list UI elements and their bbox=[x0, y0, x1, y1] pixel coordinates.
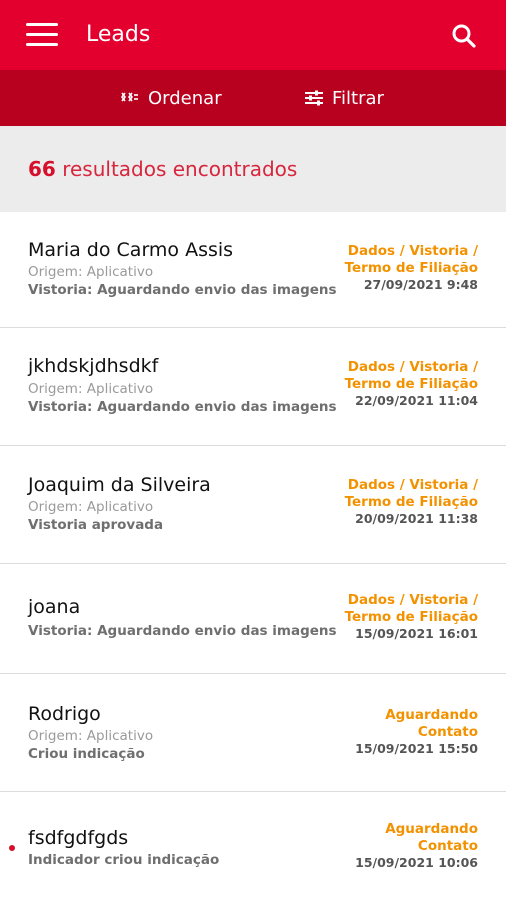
lead-status: Dados / Vistoria / Termo de Filiação bbox=[345, 243, 478, 277]
lead-origin: Origem: Aplicativo bbox=[28, 381, 154, 397]
lead-status-line2: Termo de Filiação bbox=[344, 260, 478, 276]
app-bar: Leads bbox=[0, 0, 506, 70]
page-title: Leads bbox=[86, 22, 151, 47]
lead-status-line2: Contato bbox=[417, 838, 478, 854]
lead-origin: Origem: Aplicativo bbox=[28, 499, 154, 515]
lead-item[interactable]: jkhdskjdhsdkf Origem: Aplicativo Vistori… bbox=[0, 328, 506, 446]
lead-date: 22/09/2021 11:04 bbox=[355, 393, 478, 408]
lead-origin: Origem: Aplicativo bbox=[28, 264, 154, 280]
lead-note: Criou indicação bbox=[28, 746, 145, 762]
lead-note: Vistoria: Aguardando envio das imagens bbox=[28, 282, 337, 298]
lead-item[interactable]: fsdfgdfgds Indicador criou indicação Agu… bbox=[0, 792, 506, 900]
lead-item[interactable]: Rodrigo Origem: Aplicativo Criou indicaç… bbox=[0, 674, 506, 792]
lead-note: Vistoria: Aguardando envio das imagens bbox=[28, 623, 337, 639]
lead-name: Rodrigo bbox=[28, 703, 101, 725]
lead-status-line2: Termo de Filiação bbox=[344, 609, 478, 625]
filter-sliders-icon bbox=[305, 90, 323, 106]
lead-status-line2: Termo de Filiação bbox=[344, 494, 478, 510]
lead-date: 15/09/2021 16:01 bbox=[355, 626, 478, 641]
lead-status: Dados / Vistoria / Termo de Filiação bbox=[345, 592, 478, 626]
lead-status-line2: Contato bbox=[417, 724, 478, 740]
lead-name: jkhdskjdhsdkf bbox=[28, 355, 159, 377]
lead-status: Aguardando Contato bbox=[385, 707, 478, 741]
lead-status-line1: Dados / Vistoria / bbox=[347, 477, 478, 493]
lead-item[interactable]: joana Vistoria: Aguardando envio das ima… bbox=[0, 564, 506, 674]
lead-status-line1: Dados / Vistoria / bbox=[347, 243, 478, 259]
unread-dot bbox=[9, 845, 15, 851]
filter-label: Filtrar bbox=[332, 87, 384, 109]
results-summary: 66 resultados encontrados bbox=[0, 126, 506, 212]
lead-status-line1: Dados / Vistoria / bbox=[347, 359, 478, 375]
lead-name: joana bbox=[28, 596, 81, 618]
lead-note: Vistoria aprovada bbox=[28, 517, 164, 533]
menu-line bbox=[26, 33, 58, 36]
lead-status-line1: Dados / Vistoria / bbox=[347, 592, 478, 608]
lead-status: Dados / Vistoria / Termo de Filiação bbox=[345, 359, 478, 393]
lead-note: Vistoria: Aguardando envio das imagens bbox=[28, 399, 337, 415]
sort-icon bbox=[121, 92, 138, 102]
lead-item[interactable]: Joaquim da Silveira Origem: Aplicativo V… bbox=[0, 446, 506, 564]
lead-item[interactable]: Maria do Carmo Assis Origem: Aplicativo … bbox=[0, 212, 506, 328]
menu-line bbox=[26, 43, 58, 46]
lead-note: Indicador criou indicação bbox=[28, 852, 220, 868]
lead-date: 20/09/2021 11:38 bbox=[355, 511, 478, 526]
results-label: resultados encontrados bbox=[62, 157, 298, 181]
search-icon[interactable] bbox=[450, 22, 478, 50]
lead-name: fsdfgdfgds bbox=[28, 827, 129, 849]
lead-status-line1: Aguardando bbox=[385, 707, 478, 723]
lead-status-line2: Termo de Filiação bbox=[344, 376, 478, 392]
lead-name: Maria do Carmo Assis bbox=[28, 239, 234, 261]
sort-label: Ordenar bbox=[148, 87, 222, 109]
lead-status-line1: Aguardando bbox=[385, 821, 478, 837]
lead-date: 15/09/2021 15:50 bbox=[355, 741, 478, 756]
hamburger-menu-icon[interactable] bbox=[26, 23, 58, 47]
sort-filter-bar: Ordenar Filtrar bbox=[0, 70, 506, 126]
lead-origin: Origem: Aplicativo bbox=[28, 728, 154, 744]
lead-date: 15/09/2021 10:06 bbox=[355, 855, 478, 870]
leads-list: Maria do Carmo Assis Origem: Aplicativo … bbox=[0, 212, 506, 900]
lead-status: Aguardando Contato bbox=[385, 821, 478, 855]
lead-status: Dados / Vistoria / Termo de Filiação bbox=[345, 477, 478, 511]
sort-button[interactable]: Ordenar bbox=[120, 70, 222, 126]
lead-date: 27/09/2021 9:48 bbox=[363, 277, 478, 292]
filter-button[interactable]: Filtrar bbox=[304, 70, 384, 126]
lead-name: Joaquim da Silveira bbox=[28, 474, 211, 496]
results-count: 66 bbox=[28, 157, 56, 181]
results-text: 66 resultados encontrados bbox=[28, 155, 297, 183]
menu-line bbox=[26, 23, 58, 26]
